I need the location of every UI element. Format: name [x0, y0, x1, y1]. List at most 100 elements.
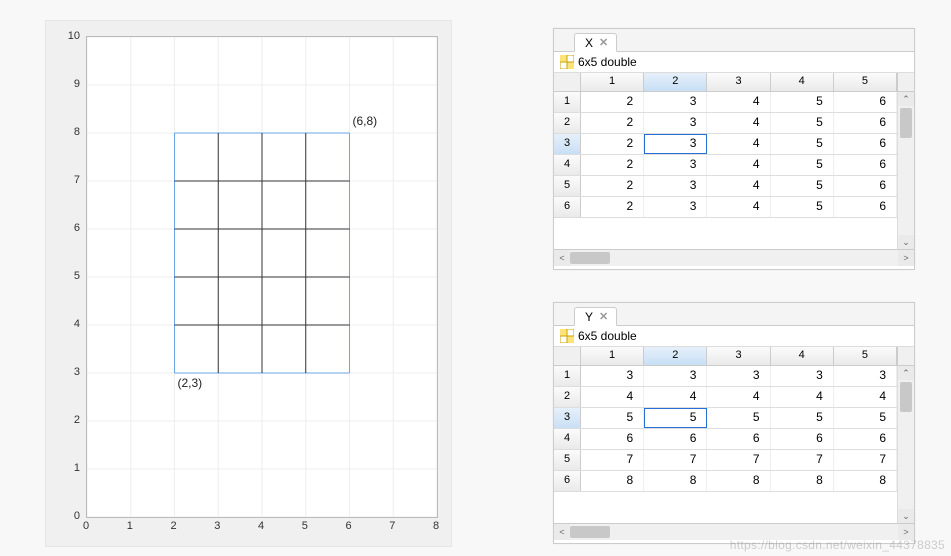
- variable-grid-Y[interactable]: 1234513333324444435555546666657777768888…: [554, 347, 914, 523]
- cell[interactable]: 4: [707, 92, 770, 112]
- cell[interactable]: 2: [581, 113, 644, 133]
- hscrollbar[interactable]: < >: [554, 249, 914, 266]
- column-header[interactable]: 3: [707, 73, 770, 91]
- column-header[interactable]: 1: [581, 347, 644, 365]
- hscroll-thumb[interactable]: [570, 526, 610, 538]
- cell[interactable]: 6: [834, 155, 897, 175]
- row-header[interactable]: 4: [554, 155, 581, 175]
- cell[interactable]: 5: [771, 408, 834, 428]
- cell[interactable]: 7: [707, 450, 770, 470]
- vscrollbar[interactable]: ⌃⌄: [897, 366, 914, 523]
- cell[interactable]: 6: [771, 429, 834, 449]
- cell[interactable]: 7: [581, 450, 644, 470]
- hscroll-thumb[interactable]: [570, 252, 610, 264]
- cell[interactable]: 3: [581, 366, 644, 386]
- row-header[interactable]: 3: [554, 134, 581, 154]
- cell[interactable]: 3: [644, 134, 707, 154]
- scroll-down-icon[interactable]: ⌄: [898, 509, 914, 523]
- cell[interactable]: 4: [771, 387, 834, 407]
- cell[interactable]: 6: [834, 113, 897, 133]
- cell[interactable]: 6: [834, 92, 897, 112]
- scroll-up-icon[interactable]: ⌃: [898, 366, 914, 380]
- cell[interactable]: 5: [771, 176, 834, 196]
- cell[interactable]: 3: [644, 176, 707, 196]
- vscroll-thumb[interactable]: [900, 108, 912, 138]
- cell[interactable]: 8: [707, 471, 770, 491]
- scroll-right-icon[interactable]: >: [898, 250, 914, 266]
- scroll-right-icon[interactable]: >: [898, 524, 914, 540]
- cell[interactable]: 2: [581, 155, 644, 175]
- column-header[interactable]: 4: [771, 73, 834, 91]
- row-header[interactable]: 2: [554, 387, 581, 407]
- cell[interactable]: 2: [581, 134, 644, 154]
- cell[interactable]: 5: [771, 197, 834, 217]
- cell[interactable]: 3: [644, 92, 707, 112]
- cell[interactable]: 4: [707, 155, 770, 175]
- cell[interactable]: 6: [834, 176, 897, 196]
- cell[interactable]: 2: [581, 92, 644, 112]
- scroll-left-icon[interactable]: <: [554, 524, 570, 540]
- plot-axes[interactable]: [86, 36, 438, 518]
- cell[interactable]: 6: [834, 134, 897, 154]
- tab-X[interactable]: X ✕: [574, 33, 617, 52]
- cell[interactable]: 5: [707, 408, 770, 428]
- cell[interactable]: 8: [834, 471, 897, 491]
- cell[interactable]: 5: [771, 92, 834, 112]
- row-header[interactable]: 2: [554, 113, 581, 133]
- scroll-left-icon[interactable]: <: [554, 250, 570, 266]
- cell[interactable]: 6: [834, 429, 897, 449]
- cell[interactable]: 7: [834, 450, 897, 470]
- cell[interactable]: 3: [644, 366, 707, 386]
- row-header[interactable]: 6: [554, 471, 581, 491]
- cell[interactable]: 8: [771, 471, 834, 491]
- scroll-down-icon[interactable]: ⌄: [898, 235, 914, 249]
- cell[interactable]: 4: [707, 176, 770, 196]
- cell[interactable]: 4: [834, 387, 897, 407]
- cell[interactable]: 6: [707, 429, 770, 449]
- column-header[interactable]: 5: [834, 347, 897, 365]
- cell[interactable]: 6: [834, 197, 897, 217]
- cell[interactable]: 5: [581, 408, 644, 428]
- row-header[interactable]: 5: [554, 450, 581, 470]
- variable-grid-X[interactable]: 1234512345622345632345642345652345662345…: [554, 73, 914, 249]
- hscroll-track[interactable]: [570, 524, 898, 540]
- cell[interactable]: 8: [581, 471, 644, 491]
- cell[interactable]: 6: [581, 429, 644, 449]
- hscroll-track[interactable]: [570, 250, 898, 266]
- cell[interactable]: 4: [707, 387, 770, 407]
- column-header[interactable]: 2: [644, 347, 707, 365]
- cell[interactable]: 3: [707, 366, 770, 386]
- cell[interactable]: 4: [644, 387, 707, 407]
- hscrollbar[interactable]: < >: [554, 523, 914, 540]
- row-header[interactable]: 6: [554, 197, 581, 217]
- row-header[interactable]: 5: [554, 176, 581, 196]
- tab-Y[interactable]: Y ✕: [574, 307, 617, 326]
- cell[interactable]: 5: [771, 134, 834, 154]
- row-header[interactable]: 1: [554, 366, 581, 386]
- cell[interactable]: 7: [771, 450, 834, 470]
- close-icon[interactable]: ✕: [599, 38, 608, 49]
- column-header[interactable]: 5: [834, 73, 897, 91]
- cell[interactable]: 3: [834, 366, 897, 386]
- cell[interactable]: 3: [644, 113, 707, 133]
- cell[interactable]: 4: [707, 134, 770, 154]
- cell[interactable]: 5: [644, 408, 707, 428]
- column-header[interactable]: 1: [581, 73, 644, 91]
- vscroll-thumb[interactable]: [900, 382, 912, 412]
- column-header[interactable]: 2: [644, 73, 707, 91]
- close-icon[interactable]: ✕: [599, 312, 608, 323]
- cell[interactable]: 3: [644, 197, 707, 217]
- cell[interactable]: 4: [581, 387, 644, 407]
- cell[interactable]: 4: [707, 113, 770, 133]
- cell[interactable]: 8: [644, 471, 707, 491]
- scroll-up-icon[interactable]: ⌃: [898, 92, 914, 106]
- row-header[interactable]: 1: [554, 92, 581, 112]
- cell[interactable]: 5: [771, 155, 834, 175]
- vscrollbar[interactable]: ⌃⌄: [897, 92, 914, 249]
- cell[interactable]: 3: [771, 366, 834, 386]
- cell[interactable]: 5: [834, 408, 897, 428]
- cell[interactable]: 2: [581, 197, 644, 217]
- cell[interactable]: 6: [644, 429, 707, 449]
- cell[interactable]: 2: [581, 176, 644, 196]
- cell[interactable]: 5: [771, 113, 834, 133]
